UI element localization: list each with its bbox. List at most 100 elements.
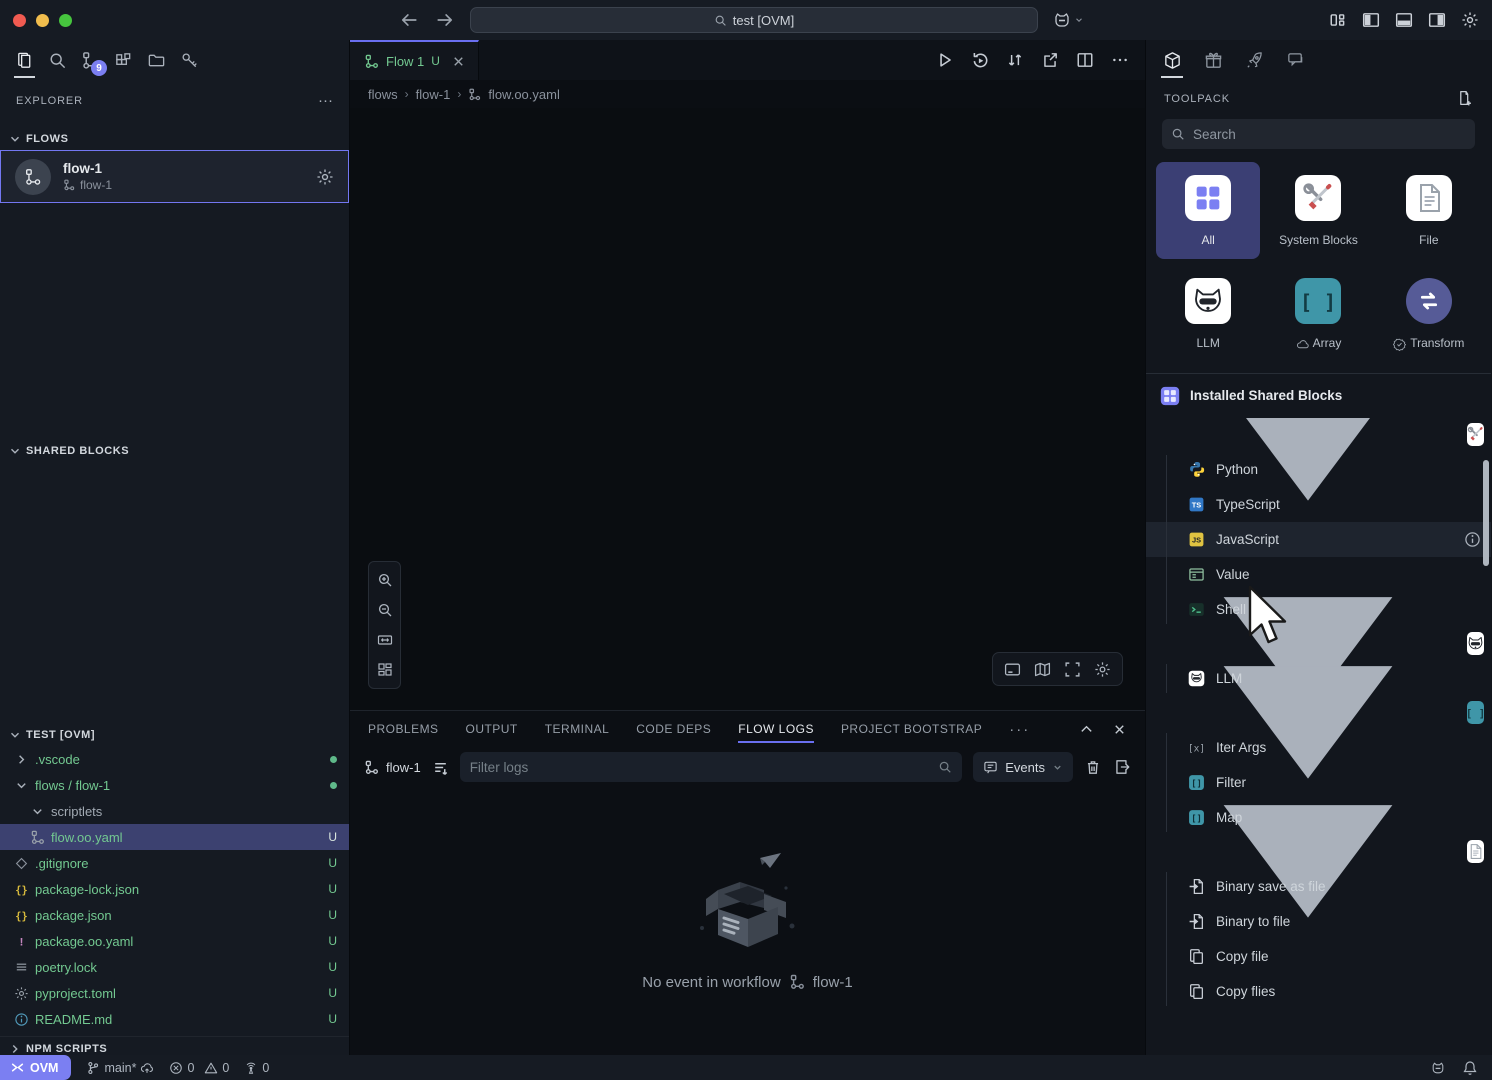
toggle-panel-icon[interactable] <box>1395 11 1413 29</box>
clear-logs-icon[interactable] <box>1084 758 1102 776</box>
flow-card-flow-1[interactable]: flow-1 flow-1 <box>0 150 349 203</box>
back-arrow-icon[interactable] <box>400 11 418 29</box>
export-flow-icon[interactable] <box>1041 51 1059 69</box>
new-block-file-icon[interactable] <box>1456 90 1473 107</box>
ports-indicator[interactable]: 0 <box>244 1061 269 1075</box>
remote-indicator[interactable]: OVM <box>0 1055 71 1080</box>
tree-item-scriptlets[interactable]: scriptlets <box>0 798 349 824</box>
filter-logs-input[interactable]: Filter logs <box>460 752 963 782</box>
block-item-map[interactable]: []Map <box>1146 800 1491 835</box>
tab-rewards[interactable] <box>1199 41 1227 79</box>
tile-all[interactable]: All <box>1156 162 1260 259</box>
robot-icon[interactable] <box>1430 1060 1446 1076</box>
maximize-panel-icon[interactable] <box>1079 722 1094 737</box>
block-group-file[interactable]: File0.0.10 <box>1146 835 1491 869</box>
tile-llm[interactable]: LLM <box>1156 265 1260 362</box>
assistant-menu[interactable] <box>1052 10 1084 30</box>
scrollbar-thumb[interactable] <box>1483 460 1489 566</box>
zoom-in-button[interactable] <box>369 565 400 595</box>
minimize-window-button[interactable] <box>36 14 49 27</box>
flows-section-header[interactable]: FLOWS <box>0 128 349 150</box>
close-panel-icon[interactable] <box>1112 722 1127 737</box>
notifications-bell-icon[interactable] <box>1462 1060 1478 1076</box>
log-level-filter-icon[interactable] <box>432 759 449 776</box>
tree-item-flows-flow-1[interactable]: flows / flow-1 <box>0 772 349 798</box>
panel-tab-problems[interactable]: PROBLEMS <box>368 711 439 747</box>
block-item-copy-flies[interactable]: Copy flies <box>1146 974 1491 1009</box>
problems-indicator[interactable]: 0 0 <box>169 1061 229 1075</box>
git-branch-indicator[interactable]: main* <box>86 1061 154 1075</box>
panel-tab-flow-logs[interactable]: FLOW LOGS <box>738 711 814 747</box>
canvas-settings-gear-icon[interactable] <box>1094 661 1111 678</box>
tree-item-package.oo.yaml[interactable]: !package.oo.yamlU <box>0 928 349 954</box>
tab-bootstrap[interactable] <box>1240 41 1268 79</box>
block-item-typescript[interactable]: TSTypeScript <box>1146 487 1491 522</box>
more-actions-icon[interactable] <box>1111 51 1129 69</box>
split-editor-icon[interactable] <box>1076 51 1094 69</box>
search-view-button[interactable] <box>41 41 74 79</box>
maximize-window-button[interactable] <box>59 14 72 27</box>
run-flow-icon[interactable] <box>936 51 954 69</box>
block-item-binary-to-file[interactable]: Binary to file <box>1146 904 1491 939</box>
zoom-out-button[interactable] <box>369 595 400 625</box>
events-dropdown[interactable]: Events <box>973 752 1073 782</box>
panel-tab-terminal[interactable]: TERMINAL <box>545 711 610 747</box>
flow-settings-gear-icon[interactable] <box>316 168 334 186</box>
tile-file[interactable]: File <box>1377 162 1481 259</box>
block-item-iter-args[interactable]: [x]Iter Args <box>1146 730 1491 765</box>
panel-tab-project-bootstrap[interactable]: PROJECT BOOTSTRAP <box>841 711 982 747</box>
breadcrumb-flows[interactable]: flows <box>368 87 398 102</box>
tree-item-.gitignore[interactable]: .gitignoreU <box>0 850 349 876</box>
command-center-search[interactable]: test [OVM] <box>470 7 1038 33</box>
shared-blocks-section-header[interactable]: SHARED BLOCKS <box>0 440 349 462</box>
block-item-shell[interactable]: Shell <box>1146 592 1491 627</box>
auto-layout-button[interactable] <box>369 655 400 685</box>
block-item-copy-file[interactable]: Copy file <box>1146 939 1491 974</box>
breadcrumb-flow-1[interactable]: flow-1 <box>416 87 451 102</box>
tree-item-flow.oo.yaml[interactable]: flow.oo.yamlU <box>0 824 349 850</box>
toolpack-search-input[interactable]: Search <box>1162 119 1475 149</box>
panel-tab-code-deps[interactable]: CODE DEPS <box>636 711 711 747</box>
block-item-binary-save-as-file[interactable]: Binary save as file <box>1146 869 1491 904</box>
fullscreen-icon[interactable] <box>1064 661 1081 678</box>
log-flow-selector[interactable]: flow-1 <box>364 760 421 775</box>
block-item-javascript[interactable]: JSJavaScript <box>1146 522 1491 557</box>
tree-item-README.md[interactable]: README.mdU <box>0 1006 349 1032</box>
block-item-filter[interactable]: []Filter <box>1146 765 1491 800</box>
flow-canvas[interactable] <box>350 108 1145 710</box>
workspace-header[interactable]: TEST [OVM] <box>0 724 349 746</box>
tile-system-blocks[interactable]: System Blocks <box>1266 162 1370 259</box>
tab-toolpack[interactable] <box>1158 41 1186 79</box>
info-icon[interactable] <box>1464 531 1481 548</box>
tile-transform[interactable]: Transform <box>1377 265 1481 362</box>
extensions-view-button[interactable] <box>107 41 140 79</box>
fit-view-button[interactable] <box>369 625 400 655</box>
block-item-value[interactable]: Value <box>1146 557 1491 592</box>
tab-chat[interactable] <box>1281 41 1309 79</box>
export-logs-icon[interactable] <box>1113 758 1131 776</box>
toggle-bottom-panel-icon[interactable] <box>1004 661 1021 678</box>
explorer-more-button[interactable]: ··· <box>318 92 333 109</box>
rerun-icon[interactable] <box>971 51 989 69</box>
panel-tabs-overflow[interactable]: ··· <box>1009 721 1030 738</box>
toggle-right-sidebar-icon[interactable] <box>1428 11 1446 29</box>
forward-arrow-icon[interactable] <box>436 11 454 29</box>
block-item-python[interactable]: Python <box>1146 452 1491 487</box>
tree-item-.vscode[interactable]: .vscode <box>0 746 349 772</box>
breadcrumb-file[interactable]: flow.oo.yaml <box>488 87 560 102</box>
flows-view-button[interactable]: 9 <box>74 41 107 79</box>
panel-tab-output[interactable]: OUTPUT <box>466 711 518 747</box>
tree-item-package-lock.json[interactable]: {}package-lock.jsonU <box>0 876 349 902</box>
tree-item-poetry.lock[interactable]: poetry.lockU <box>0 954 349 980</box>
explorer-view-button[interactable] <box>8 41 41 79</box>
secrets-view-button[interactable] <box>173 41 206 79</box>
minimap-icon[interactable] <box>1034 661 1051 678</box>
block-item-llm[interactable]: LLM <box>1146 661 1491 696</box>
tree-item-package.json[interactable]: {}package.jsonU <box>0 902 349 928</box>
tab-close-icon[interactable] <box>451 54 466 69</box>
tab-flow-1[interactable]: Flow 1 U <box>350 40 479 80</box>
block-group-system-blocks[interactable]: System Blocks <box>1146 418 1491 452</box>
tree-item-pyproject.toml[interactable]: pyproject.tomlU <box>0 980 349 1006</box>
customize-layout-icon[interactable] <box>1329 11 1347 29</box>
toggle-left-sidebar-icon[interactable] <box>1362 11 1380 29</box>
